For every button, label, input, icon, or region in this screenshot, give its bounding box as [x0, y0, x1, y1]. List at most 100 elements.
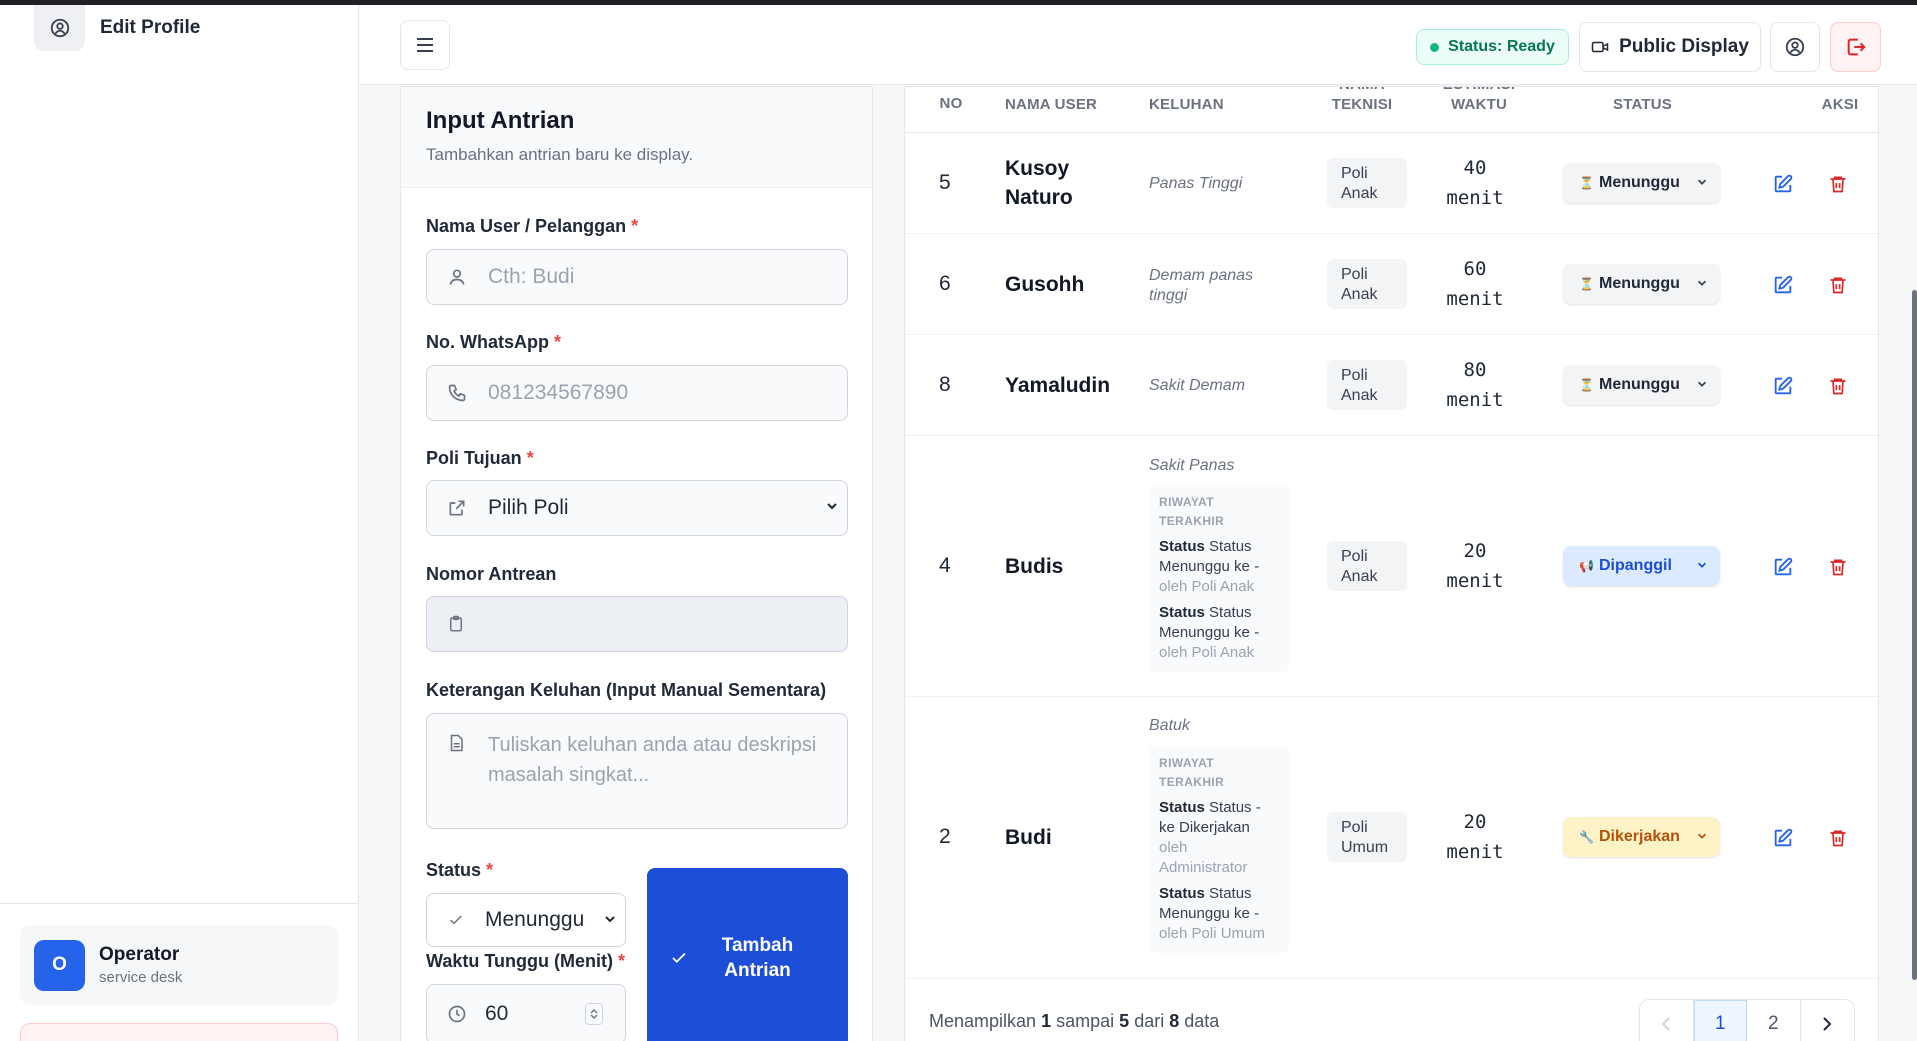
table-row: 8 Yamaludin Sakit Demam Poli Anak 80 meni…	[905, 335, 1878, 436]
row-status-value: Menunggu	[1599, 275, 1680, 292]
logout-button[interactable]	[1830, 22, 1881, 72]
history-entry: Status Status Menunggu ke - oleh Poli An…	[1159, 604, 1260, 661]
top-header: Status: Ready Public Display	[360, 5, 1917, 85]
row-estimasi: 80 menit	[1446, 359, 1504, 411]
nomor-antrean-label: Nomor Antrean	[426, 564, 557, 584]
nomor-antrean-input	[426, 596, 848, 652]
trash-icon[interactable]	[1828, 173, 1848, 195]
chevron-right-icon	[1823, 1016, 1832, 1031]
edit-icon[interactable]	[1772, 556, 1794, 578]
clipboard-icon	[447, 614, 471, 634]
th-estimasi: ESTIMASI WAKTU	[1443, 87, 1515, 113]
chevron-left-icon	[1661, 1016, 1670, 1031]
input-antrian-form: Input Antrian Tambahkan antrian baru ke …	[400, 86, 873, 1041]
row-status-select[interactable]: ⏳ Menunggu	[1563, 365, 1720, 405]
chevron-down-icon	[1696, 176, 1708, 188]
queue-table: NO NAMA USER KELUHAN NAMA TEKNISI ESTIMA…	[904, 86, 1879, 1041]
check-icon	[669, 949, 689, 967]
trash-icon[interactable]	[1828, 556, 1848, 578]
row-estimasi: 40 menit	[1446, 157, 1504, 209]
row-keluhan: Sakit Panas	[1149, 457, 1235, 474]
required-mark: *	[631, 216, 639, 236]
row-no: 4	[939, 554, 951, 577]
megaphone-icon: 📢	[1579, 559, 1594, 573]
row-name: Yamaludin	[1005, 374, 1111, 397]
row-poli-badge: Poli Anak	[1327, 259, 1407, 309]
row-name: Gusohh	[1005, 273, 1085, 296]
page-2-button[interactable]: 2	[1747, 1000, 1801, 1041]
status-dot-icon	[1430, 42, 1440, 52]
sidebar-logout-button[interactable]	[20, 1023, 338, 1041]
row-no: 8	[939, 373, 951, 396]
th-no: NO	[939, 95, 963, 112]
edit-icon[interactable]	[1772, 274, 1794, 296]
form-subtitle: Tambahkan antrian baru ke display.	[426, 145, 694, 164]
edit-icon[interactable]	[1772, 375, 1794, 397]
status-badge: Status: Ready	[1416, 29, 1569, 65]
public-display-label: Public Display	[1619, 36, 1749, 57]
keluhan-textarea[interactable]: Tuliskan keluhan anda atau deskripsi mas…	[426, 713, 848, 829]
hourglass-icon: ⏳	[1579, 378, 1594, 392]
poli-select[interactable]: Pilih Poli	[426, 480, 848, 536]
status-select[interactable]: Menunggu	[426, 893, 626, 947]
table-row: 5 Kusoy Naturo Panas Tinggi Poli Anak 40…	[905, 133, 1878, 234]
keluhan-placeholder: Tuliskan keluhan anda atau deskripsi mas…	[488, 734, 817, 786]
table-row: 4 Budis Sakit Panas RIWAYAT TERAKHIR Sta…	[905, 436, 1878, 697]
status-text: Status: Ready	[1448, 38, 1555, 55]
check-icon	[447, 912, 471, 928]
form-header: Input Antrian Tambahkan antrian baru ke …	[401, 87, 872, 188]
phone-icon	[447, 383, 471, 403]
edit-profile-link[interactable]: Edit Profile	[34, 4, 201, 51]
chevron-down-icon	[1696, 559, 1708, 571]
whatsapp-input[interactable]: 081234567890	[426, 365, 848, 421]
wait-time-value: 60	[485, 1002, 509, 1025]
whatsapp-label: No. WhatsApp *	[426, 332, 562, 352]
history-title: RIWAYAT TERAKHIR	[1159, 495, 1225, 528]
row-status-select[interactable]: ⏳ Menunggu	[1563, 163, 1720, 203]
row-status-select[interactable]: ⏳ Menunggu	[1563, 264, 1720, 304]
row-poli-badge: Poli Anak	[1327, 360, 1407, 410]
history-entry: Status Status - ke Dikerjakan oleh Admin…	[1159, 799, 1261, 876]
th-keluhan: KELUHAN	[1149, 96, 1224, 113]
user-card[interactable]: O Operator service desk	[20, 925, 338, 1005]
trash-icon[interactable]	[1828, 375, 1848, 397]
user-circle-icon	[1785, 37, 1805, 57]
prev-page-button[interactable]	[1640, 1000, 1694, 1041]
user-icon	[447, 267, 471, 287]
row-name: Budi	[1005, 826, 1052, 849]
user-role: service desk	[99, 969, 183, 986]
tambah-antrian-label: Tambah Antrian	[721, 935, 794, 981]
trash-icon[interactable]	[1828, 274, 1848, 296]
logout-icon	[1847, 38, 1866, 56]
name-input[interactable]: Cth: Budi	[426, 249, 848, 305]
profile-button[interactable]	[1770, 22, 1820, 72]
next-page-button[interactable]	[1801, 1000, 1854, 1041]
required-mark: *	[554, 332, 562, 352]
edit-icon[interactable]	[1772, 173, 1794, 195]
form-title: Input Antrian	[426, 107, 575, 134]
external-link-icon	[447, 498, 471, 518]
number-spinner[interactable]	[585, 1003, 603, 1025]
trash-icon[interactable]	[1828, 827, 1848, 849]
chevron-down-icon	[603, 912, 617, 926]
row-estimasi: 20 menit	[1446, 540, 1504, 592]
row-status-select[interactable]: 📢 Dipanggil	[1563, 546, 1720, 586]
edit-icon[interactable]	[1772, 827, 1794, 849]
history-entry: Status Status Menunggu ke - oleh Poli An…	[1159, 538, 1260, 595]
page-1-button[interactable]: 1	[1693, 1000, 1748, 1041]
th-aksi: AKSI	[1821, 96, 1859, 113]
chevron-down-icon	[1696, 830, 1708, 842]
tambah-antrian-button[interactable]: Tambah Antrian	[647, 868, 848, 1041]
scrollbar-thumb[interactable]	[1912, 290, 1917, 980]
menu-toggle-button[interactable]	[400, 20, 450, 70]
history-title: RIWAYAT TERAKHIR	[1159, 756, 1225, 789]
wait-time-input[interactable]: 60	[426, 984, 626, 1041]
user-circle-icon	[34, 4, 85, 51]
row-status-select[interactable]: 🔧 Dikerjakan	[1563, 817, 1720, 857]
row-status-value: Dipanggil	[1599, 557, 1672, 574]
edit-profile-label: Edit Profile	[100, 16, 201, 38]
row-name: Budis	[1005, 555, 1064, 578]
sidebar-divider	[0, 903, 359, 904]
row-status-value: Menunggu	[1599, 174, 1680, 191]
public-display-button[interactable]: Public Display	[1579, 22, 1761, 72]
